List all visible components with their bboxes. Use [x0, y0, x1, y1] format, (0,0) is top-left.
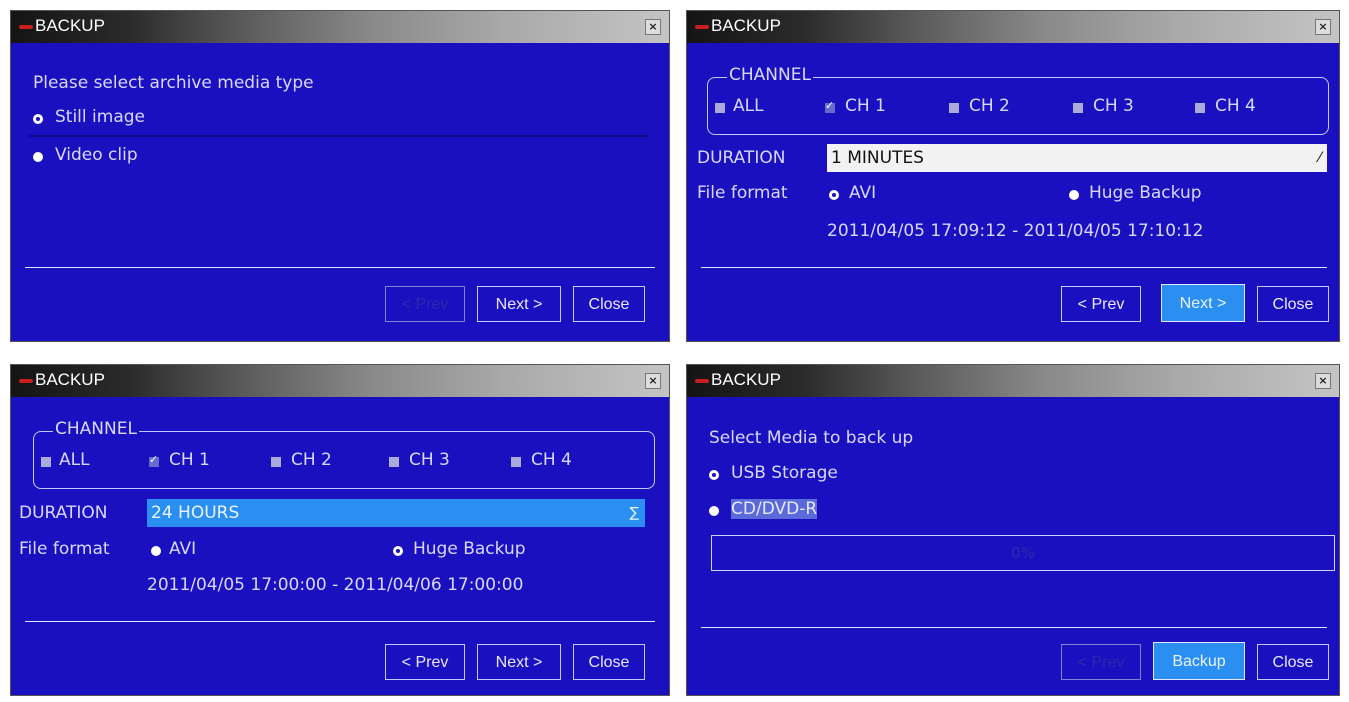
avi-radio[interactable]	[829, 190, 839, 200]
usb-storage-label[interactable]: USB Storage	[731, 463, 838, 483]
next-button[interactable]: Next >	[477, 286, 561, 322]
dropdown-arrow-icon: ⁄	[1318, 150, 1321, 166]
channel-4-checkbox[interactable]	[1195, 103, 1205, 113]
backup-dialog-media-type: BACKUP × Please select archive media typ…	[10, 10, 670, 342]
channel-2-label[interactable]: CH 2	[969, 96, 1010, 116]
duration-value: 1 MINUTES	[831, 148, 924, 168]
progress-percent: 0%	[1011, 544, 1035, 562]
close-button[interactable]: Close	[573, 644, 645, 680]
dialog-title: BACKUP	[711, 370, 781, 389]
avi-label[interactable]: AVI	[849, 183, 876, 203]
backup-dialog-media-select: BACKUP × Select Media to back up USB Sto…	[686, 364, 1340, 696]
duration-select[interactable]: 1 MINUTES ⁄	[827, 144, 1327, 172]
app-logo-icon	[19, 25, 33, 29]
avi-label[interactable]: AVI	[169, 539, 196, 559]
channel-1-checkbox[interactable]	[149, 453, 159, 467]
title-bar: BACKUP ×	[687, 365, 1339, 397]
media-prompt: Select Media to back up	[709, 428, 914, 448]
cd-dvd-radio[interactable]	[709, 506, 719, 516]
divider	[25, 621, 655, 622]
dialog-title: BACKUP	[711, 16, 781, 35]
channel-3-label[interactable]: CH 3	[1093, 96, 1134, 116]
app-logo-icon	[695, 379, 709, 383]
app-logo-icon	[19, 379, 33, 383]
next-button[interactable]: Next >	[477, 644, 561, 680]
channel-all-checkbox[interactable]	[41, 457, 51, 467]
backup-dialog-channel-1min: BACKUP × CHANNEL ALL CH 1 CH 2 CH 3 CH 4…	[686, 10, 1340, 342]
channel-4-label[interactable]: CH 4	[1215, 96, 1256, 116]
channel-group-title: CHANNEL	[53, 419, 139, 439]
channel-4-checkbox[interactable]	[511, 457, 521, 467]
channel-3-checkbox[interactable]	[389, 457, 399, 467]
time-range: 2011/04/05 17:09:12 - 2011/04/05 17:10:1…	[827, 221, 1204, 241]
dialog-title: BACKUP	[35, 370, 105, 389]
file-format-label: File format	[697, 183, 788, 203]
title-bar: BACKUP ×	[11, 11, 669, 43]
channel-group-title: CHANNEL	[727, 65, 813, 85]
video-clip-label[interactable]: Video clip	[55, 145, 138, 165]
channel-4-label[interactable]: CH 4	[531, 450, 572, 470]
close-button[interactable]: Close	[573, 286, 645, 322]
prev-button[interactable]: < Prev	[385, 644, 465, 680]
title-bar: BACKUP ×	[11, 365, 669, 397]
huge-backup-label[interactable]: Huge Backup	[413, 539, 526, 559]
channel-2-checkbox[interactable]	[949, 103, 959, 113]
close-icon[interactable]: ×	[645, 373, 661, 389]
duration-label: DURATION	[697, 148, 786, 168]
title-bar: BACKUP ×	[687, 11, 1339, 43]
prev-button[interactable]: < Prev	[1061, 644, 1141, 680]
close-icon[interactable]: ×	[1315, 19, 1331, 35]
time-range: 2011/04/05 17:00:00 - 2011/04/06 17:00:0…	[147, 575, 524, 595]
channel-all-checkbox[interactable]	[715, 103, 725, 113]
close-icon[interactable]: ×	[645, 19, 661, 35]
close-button[interactable]: Close	[1257, 644, 1329, 680]
channel-1-checkbox[interactable]	[825, 99, 835, 113]
channel-2-checkbox[interactable]	[271, 457, 281, 467]
channel-3-checkbox[interactable]	[1073, 103, 1083, 113]
dialog-title: BACKUP	[35, 16, 105, 35]
backup-progress-bar: 0%	[711, 535, 1335, 571]
channel-all-label[interactable]: ALL	[59, 450, 90, 470]
divider	[701, 627, 1327, 628]
duration-label: DURATION	[19, 503, 108, 523]
file-format-label: File format	[19, 539, 110, 559]
duration-value: 24 HOURS	[151, 503, 240, 523]
channel-3-label[interactable]: CH 3	[409, 450, 450, 470]
close-icon[interactable]: ×	[1315, 373, 1331, 389]
cd-dvd-label[interactable]: CD/DVD-R	[731, 499, 818, 519]
channel-1-label[interactable]: CH 1	[169, 450, 210, 470]
divider	[25, 267, 655, 268]
dropdown-arrow-icon: ∑	[629, 505, 639, 521]
channel-all-label[interactable]: ALL	[733, 96, 764, 116]
archive-type-prompt: Please select archive media type	[33, 73, 314, 93]
still-image-radio[interactable]	[33, 114, 43, 124]
prev-button[interactable]: < Prev	[1061, 286, 1141, 322]
selection-underline	[29, 135, 649, 137]
still-image-label[interactable]: Still image	[55, 107, 145, 127]
huge-backup-radio[interactable]	[393, 546, 403, 556]
duration-select[interactable]: 24 HOURS ∑	[147, 499, 645, 527]
video-clip-radio[interactable]	[33, 152, 43, 162]
huge-backup-label[interactable]: Huge Backup	[1089, 183, 1202, 203]
avi-radio[interactable]	[151, 546, 161, 556]
backup-dialog-channel-24h: BACKUP × CHANNEL ALL CH 1 CH 2 CH 3 CH 4…	[10, 364, 670, 696]
next-button[interactable]: Next >	[1161, 284, 1245, 322]
backup-button[interactable]: Backup	[1153, 642, 1245, 680]
prev-button[interactable]: < Prev	[385, 286, 465, 322]
divider	[701, 267, 1327, 268]
channel-1-label[interactable]: CH 1	[845, 96, 886, 116]
usb-storage-radio[interactable]	[709, 470, 719, 480]
huge-backup-radio[interactable]	[1069, 190, 1079, 200]
close-button[interactable]: Close	[1257, 286, 1329, 322]
channel-2-label[interactable]: CH 2	[291, 450, 332, 470]
app-logo-icon	[695, 25, 709, 29]
